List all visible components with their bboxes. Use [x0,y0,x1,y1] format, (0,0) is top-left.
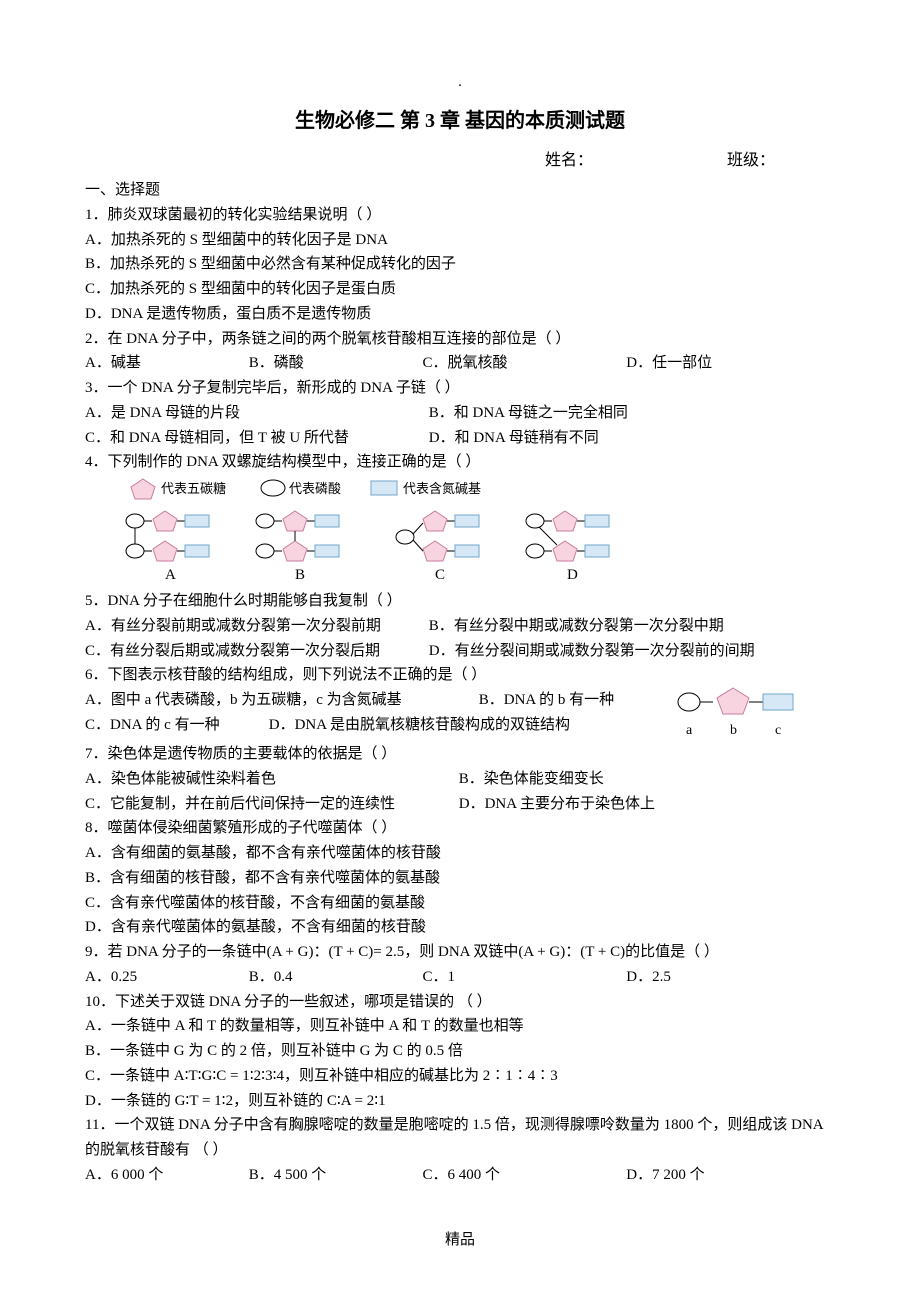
q7-stem: 7．染色体是遗传物质的主要载体的依据是（ ） [85,742,835,767]
question-6: 6．下图表示核苷酸的结构组成，则下列说法不正确的是（ ） a b c A．图中 … [85,663,835,742]
q5-optB: B．有丝分裂中期或减数分裂第一次分裂中期 [429,614,769,639]
dna-model-diagram: 代表五碳糖 代表磷酸 代表含氮碱基 A [125,477,685,587]
q1-optA: A．加热杀死的 S 型细菌中的转化因子是 DNA [85,228,835,253]
q10-optD: D．一条链的 G∶T = 1∶2，则互补链的 C∶A = 2∶1 [85,1089,835,1114]
q3-stem: 3．一个 DNA 分子复制完毕后，新形成的 DNA 子链（ ） [85,376,835,401]
q2-stem: 2．在 DNA 分子中，两条链之间的两个脱氧核苷酸相互连接的部位是（ ） [85,327,835,352]
q8-optB: B．含有细菌的核苷酸，都不含有亲代噬菌体的氨基酸 [85,866,835,891]
q6-label-c: c [775,723,781,738]
q1-optD: D．DNA 是遗传物质，蛋白质不是遗传物质 [85,302,835,327]
q4-label-B: B [295,567,305,583]
q6-diagram: a b c [675,686,815,742]
q7-optD: D．DNA 主要分布于染色体上 [459,796,655,812]
question-11: 11．一个双链 DNA 分子中含有胸腺嘧啶的数量是胞嘧啶的 1.5 倍，现测得腺… [85,1113,835,1187]
q8-optC: C．含有亲代噬菌体的核苷酸，不含有细菌的氨基酸 [85,891,835,916]
question-7: 7．染色体是遗传物质的主要载体的依据是（ ） A．染色体能被碱性染料着色 B．染… [85,742,835,816]
question-8: 8．噬菌体侵染细菌繁殖形成的子代噬菌体（ ） A．含有细菌的氨基酸，都不含有亲代… [85,816,835,940]
q11-stem: 11．一个双链 DNA 分子中含有胸腺嘧啶的数量是胞嘧啶的 1.5 倍，现测得腺… [85,1113,835,1163]
option-A-figure: A [126,511,209,583]
q6-label-a: a [686,723,693,738]
legend-rect-icon [371,481,397,495]
q8-stem: 8．噬菌体侵染细菌繁殖形成的子代噬菌体（ ） [85,816,835,841]
q5-optC: C．有丝分裂后期或减数分裂第一次分裂后期 [85,639,425,664]
q4-stem: 4．下列制作的 DNA 双螺旋结构模型中，连接正确的是（ ） [85,450,835,475]
nucleotide-diagram: a b c [675,686,815,742]
q3-optC: C．和 DNA 母链相同，但 T 被 U 所代替 [85,426,425,451]
q6-stem: 6．下图表示核苷酸的结构组成，则下列说法不正确的是（ ） [85,663,835,688]
question-1: 1．肺炎双球菌最初的转化实验结果说明（ ） A．加热杀死的 S 型细菌中的转化因… [85,203,835,327]
question-5: 5．DNA 分子在细胞什么时期能够自我复制（ ） A．有丝分裂前期或减数分裂第一… [85,589,835,663]
q6-label-b: b [730,723,737,738]
legend-rect-label: 代表含氮碱基 [403,481,481,496]
q10-optA: A．一条链中 A 和 T 的数量相等，则互补链中 A 和 T 的数量也相等 [85,1014,835,1039]
legend-oval-icon [261,480,285,496]
q8-optA: A．含有细菌的氨基酸，都不含有亲代噬菌体的核苷酸 [85,841,835,866]
question-3: 3．一个 DNA 分子复制完毕后，新形成的 DNA 子链（ ） A．是 DNA … [85,376,835,450]
q11-optB: B．4 500 个 [249,1163,419,1188]
option-C-figure: C [396,511,479,583]
q5-optA: A．有丝分裂前期或减数分裂第一次分裂前期 [85,614,425,639]
option-D-figure: D [526,511,609,583]
q6-optD: D．DNA 是由脱氧核糖核苷酸构成的双链结构 [269,717,570,733]
q5-optD: D．有丝分裂间期或减数分裂第一次分裂前的间期 [429,639,769,664]
question-4: 4．下列制作的 DNA 双螺旋结构模型中，连接正确的是（ ） 代表五碳糖 代表磷… [85,450,835,587]
q5-stem: 5．DNA 分子在细胞什么时期能够自我复制（ ） [85,589,835,614]
q2-optA: A．碱基 [85,351,245,376]
q4-label-D: D [567,567,578,583]
q7-optB: B．染色体能变细变长 [459,771,604,787]
q3-optD: D．和 DNA 母链稍有不同 [429,426,769,451]
q1-stem: 1．肺炎双球菌最初的转化实验结果说明（ ） [85,203,835,228]
section-1-heading: 一、选择题 [85,178,835,203]
name-class-line: 姓名： 班级： [85,148,835,174]
q4-label-C: C [435,567,445,583]
q10-stem: 10．下述关于双链 DNA 分子的一些叙述，哪项是错误的 （ ） [85,990,835,1015]
q2-optC: C．脱氧核酸 [423,351,623,376]
q7-optC: C．它能复制，并在前后代间保持一定的连续性 [85,792,455,817]
q2-optD: D．任一部位 [626,351,712,376]
question-10: 10．下述关于双链 DNA 分子的一些叙述，哪项是错误的 （ ） A．一条链中 … [85,990,835,1114]
q10-optC: C．一条链中 A∶T∶G∶C = 1∶2∶3∶4，则互补链中相应的碱基比为 2∶… [85,1064,835,1089]
class-label: 班级： [727,152,775,169]
q6-optA: A．图中 a 代表磷酸，b 为五碳糖，c 为含氮碱基 [85,688,475,713]
q6-optC: C．DNA 的 c 有一种 [85,713,265,738]
page-footer: 精品 [85,1228,835,1253]
q1-optB: B．加热杀死的 S 型细菌中必然含有某种促成转化的因子 [85,252,835,277]
q10-optB: B．一条链中 G 为 C 的 2 倍，则互补链中 G 为 C 的 0.5 倍 [85,1039,835,1064]
q9-optC: C．1 [423,965,623,990]
name-label: 姓名： [545,152,593,169]
legend-oval-label: 代表磷酸 [289,481,341,496]
q9-stem: 9．若 DNA 分子的一条链中(A + G)：(T + C)= 2.5，则 DN… [85,940,835,965]
q9-optD: D．2.5 [626,965,671,990]
q6-optB: B．DNA 的 b 有一种 [479,692,614,708]
q2-optB: B．磷酸 [249,351,419,376]
q9-optB: B．0.4 [249,965,419,990]
q7-optA: A．染色体能被碱性染料着色 [85,767,455,792]
page-title: 生物必修二 第 3 章 基因的本质测试题 [85,105,835,138]
page-mark: . [85,70,835,95]
question-2: 2．在 DNA 分子中，两条链之间的两个脱氧核苷酸相互连接的部位是（ ） A．碱… [85,327,835,377]
legend-pentagon-icon [131,479,155,499]
q11-optA: A．6 000 个 [85,1163,245,1188]
q1-optC: C．加热杀死的 S 型细菌中的转化因子是蛋白质 [85,277,835,302]
option-B-figure: B [256,511,339,583]
legend-pentagon-label: 代表五碳糖 [161,481,226,496]
q9-optA: A．0.25 [85,965,245,990]
q4-diagram: 代表五碳糖 代表磷酸 代表含氮碱基 A [125,477,835,587]
q8-optD: D．含有亲代噬菌体的氨基酸，不含有细菌的核苷酸 [85,915,835,940]
q3-optB: B．和 DNA 母链之一完全相同 [429,401,769,426]
q4-label-A: A [165,567,176,583]
q3-optA: A．是 DNA 母链的片段 [85,401,425,426]
q11-optC: C．6 400 个 [423,1163,623,1188]
q11-optD: D．7 200 个 [626,1163,704,1188]
question-9: 9．若 DNA 分子的一条链中(A + G)：(T + C)= 2.5，则 DN… [85,940,835,990]
